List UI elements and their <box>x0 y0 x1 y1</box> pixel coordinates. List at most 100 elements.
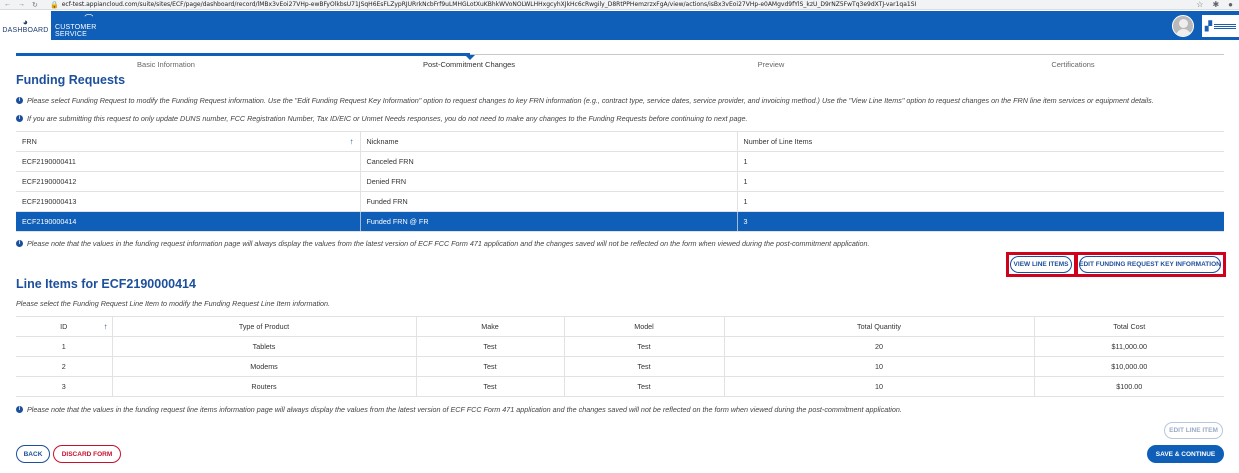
nickname-cell: Funded FRN @ FR <box>359 211 737 232</box>
discard-form-button[interactable]: DISCARD FORM <box>53 445 121 463</box>
star-icon[interactable]: ☆ <box>1196 0 1203 9</box>
info-icon: i <box>16 406 23 413</box>
table-header-row: FRN ↑ Nickname Number of Line Items <box>16 131 1224 152</box>
column-header-nickname: Nickname <box>359 131 737 152</box>
column-header-line-items: Number of Line Items <box>736 131 1224 152</box>
table-row-selected[interactable]: ECF2190000414 Funded FRN @ FR 3 <box>16 211 1224 232</box>
logo-wordmark <box>1213 23 1236 29</box>
quantity-cell: 10 <box>723 356 1034 377</box>
id-cell: 2 <box>16 356 112 377</box>
sort-ascending-icon[interactable]: ↑ <box>350 137 354 146</box>
funding-requests-title: Funding Requests <box>16 73 126 87</box>
address-bar[interactable]: ecf-test.appiancloud.com/suite/sites/ECF… <box>62 1 1182 8</box>
table-header-row: ID ↑ Type of Product Make Model Total Qua… <box>16 316 1224 337</box>
reload-icon[interactable]: ↻ <box>32 1 38 9</box>
frn-cell: ECF2190000414 <box>16 211 360 232</box>
funding-note-text: Please note that the values in the fundi… <box>27 239 870 248</box>
table-row[interactable]: 3 Routers Test Test 10 $100.00 <box>16 376 1224 397</box>
column-header-model: Model <box>563 316 724 337</box>
line-items-note: i Please note that the values in the fun… <box>16 405 902 414</box>
column-header-type-of-product: Type of Product <box>111 316 416 337</box>
cost-cell: $10,000.00 <box>1033 356 1224 377</box>
line-items-count-cell: 1 <box>736 191 1224 212</box>
nickname-cell: Funded FRN <box>359 191 737 212</box>
view-line-items-button[interactable]: VIEW LINE ITEMS <box>1010 256 1072 273</box>
progress-steps: Basic Information Post-Commitment Change… <box>16 40 1224 70</box>
table-row[interactable]: ECF2190000411 Canceled FRN 1 <box>16 151 1224 172</box>
line-items-title: Line Items for ECF2190000414 <box>16 277 196 291</box>
line-items-table: ID ↑ Type of Product Make Model Total Qua… <box>16 316 1224 397</box>
logo-mark-icon: ▞ <box>1205 20 1212 31</box>
line-items-count-cell: 3 <box>736 211 1224 232</box>
info-icon: i <box>16 240 23 247</box>
back-button[interactable]: BACK <box>16 445 50 463</box>
browser-actions: ☆ ✱ ● <box>1196 0 1233 9</box>
step-basic-information[interactable]: Basic Information <box>137 60 195 69</box>
frn-cell: ECF2190000412 <box>16 171 360 192</box>
column-header-total-cost: Total Cost <box>1033 316 1224 337</box>
dashboard-gauge-icon: ◕ <box>22 17 29 27</box>
funding-info-2-text: If you are submitting this request to on… <box>27 114 748 123</box>
product-type-cell: Routers <box>111 376 416 397</box>
browser-nav: ← → ↻ <box>0 1 50 9</box>
table-row[interactable]: ECF2190000412 Denied FRN 1 <box>16 171 1224 192</box>
step-certifications[interactable]: Certifications <box>1051 60 1094 69</box>
cost-cell: $11,000.00 <box>1033 336 1224 357</box>
app-header: ◕ DASHBOARD ⌒ CUSTOMER SERVICE ▞ <box>0 11 1239 40</box>
table-row[interactable]: 2 Modems Test Test 10 $10,000.00 <box>16 356 1224 377</box>
user-avatar[interactable] <box>1172 15 1194 37</box>
tab-customer-service-label: CUSTOMER SERVICE <box>55 23 97 38</box>
save-and-continue-button[interactable]: SAVE & CONTINUE <box>1147 445 1224 463</box>
id-cell: 1 <box>16 336 112 357</box>
column-header-total-quantity: Total Quantity <box>723 316 1034 337</box>
frn-cell: ECF2190000411 <box>16 151 360 172</box>
funding-note: i Please note that the values in the fun… <box>16 239 869 248</box>
line-items-count-cell: 1 <box>736 151 1224 172</box>
tab-customer-service[interactable]: ⌒ CUSTOMER SERVICE <box>55 11 123 40</box>
headset-icon: ⌒ <box>84 13 94 24</box>
column-header-id[interactable]: ID ↑ <box>16 316 112 337</box>
funding-requests-table: FRN ↑ Nickname Number of Line Items ECF21… <box>16 131 1224 232</box>
funding-info-1-text: Please select Funding Request to modify … <box>27 96 1154 105</box>
tab-dashboard[interactable]: ◕ DASHBOARD <box>0 11 51 40</box>
info-icon: i <box>16 97 23 104</box>
lock-icon: 🔒 <box>50 1 59 9</box>
make-cell: Test <box>415 336 564 357</box>
make-cell: Test <box>415 356 564 377</box>
nickname-cell: Denied FRN <box>359 171 737 192</box>
edit-line-item-button[interactable]: EDIT LINE ITEM <box>1164 422 1223 439</box>
quantity-cell: 20 <box>723 336 1034 357</box>
info-icon: i <box>16 115 23 122</box>
funding-info-1: i Please select Funding Request to modif… <box>16 96 1154 105</box>
column-header-make: Make <box>415 316 564 337</box>
table-row[interactable]: 1 Tablets Test Test 20 $11,000.00 <box>16 336 1224 357</box>
line-items-count-cell: 1 <box>736 171 1224 192</box>
nickname-cell: Canceled FRN <box>359 151 737 172</box>
profile-icon[interactable]: ● <box>1228 0 1233 9</box>
usac-logo[interactable]: ▞ <box>1202 15 1239 37</box>
sort-ascending-icon[interactable]: ↑ <box>104 322 108 331</box>
progress-track-remaining <box>470 54 1224 55</box>
line-items-instruction-text: Please select the Funding Request Line I… <box>16 299 331 308</box>
step-post-commitment-changes[interactable]: Post-Commitment Changes <box>423 60 515 69</box>
column-header-frn[interactable]: FRN ↑ <box>16 131 360 152</box>
extensions-icon[interactable]: ✱ <box>1212 0 1219 9</box>
model-cell: Test <box>563 336 724 357</box>
line-items-instruction: Please select the Funding Request Line I… <box>16 299 330 308</box>
model-cell: Test <box>563 376 724 397</box>
table-row[interactable]: ECF2190000413 Funded FRN 1 <box>16 191 1224 212</box>
edit-funding-request-key-information-button[interactable]: EDIT FUNDING REQUEST KEY INFORMATION <box>1079 256 1221 273</box>
funding-info-2: i If you are submitting this request to … <box>16 114 747 123</box>
forward-arrow-icon[interactable]: → <box>18 1 25 9</box>
product-type-cell: Tablets <box>111 336 416 357</box>
id-cell: 3 <box>16 376 112 397</box>
back-arrow-icon[interactable]: ← <box>4 1 11 9</box>
model-cell: Test <box>563 356 724 377</box>
progress-track-complete <box>16 53 470 56</box>
step-preview[interactable]: Preview <box>758 60 785 69</box>
quantity-cell: 10 <box>723 376 1034 397</box>
frn-cell: ECF2190000413 <box>16 191 360 212</box>
product-type-cell: Modems <box>111 356 416 377</box>
tab-dashboard-label: DASHBOARD <box>2 27 49 34</box>
cost-cell: $100.00 <box>1033 376 1224 397</box>
